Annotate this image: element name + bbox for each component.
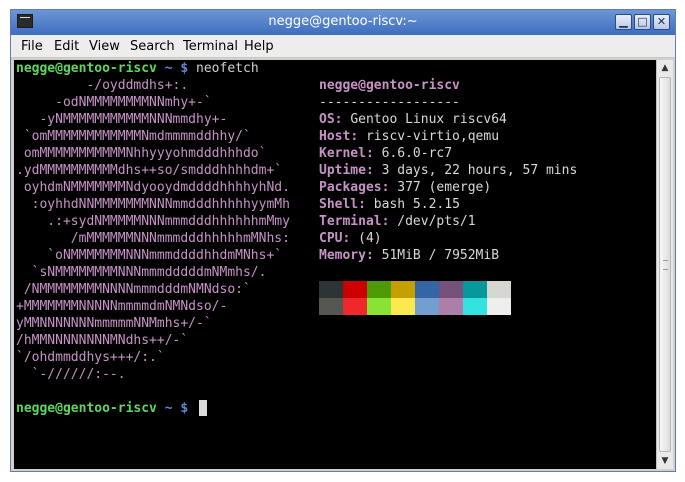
logo-line: `omMMMMMMMMMMMMNmdmmmmddhhy/` [16,129,251,144]
maximize-button[interactable]: □ [634,14,651,30]
info-row-uptime: Uptime: 3 days, 22 hours, 57 mins [319,163,578,178]
window-title: negge@gentoo-riscv:~ [268,14,418,29]
logo-line: `oNMMMMMMMNNNmmmddddhhdmMNhs+` [16,248,283,263]
logo-line: omMMMMMMMMMMMNhhyyyohmdddhhhdo` [16,146,267,161]
info-row-terminal: Terminal: /dev/pts/1 [319,214,476,229]
scrollbar-thumb[interactable] [659,77,671,452]
palette-swatch [487,298,511,315]
info-row-packages: Packages: 377 (emerge) [319,180,492,195]
logo-line: `/ohdmmddhys+++/:.` [16,350,165,365]
close-icon: ✕ [656,15,667,28]
terminal-window: negge@gentoo-riscv:~ ▁ □ ✕ File Edit Vie… [10,9,676,472]
info-header: negge@gentoo-riscv [319,78,460,93]
prompt-symbol: $ [180,401,189,416]
logo-line: `sNMMMMMMMMNNNmmmdddddmNMmhs/. [16,265,267,280]
logo-line: /NMMMMMMMMNNNNmmmdddmNMNdso:` [16,282,251,297]
info-row-shell: Shell: bash 5.2.15 [319,197,460,212]
prompt-line: negge@gentoo-riscv ~ $ [16,400,196,417]
palette-swatch [391,298,415,315]
menu-bar: File Edit View Search Terminal Help [11,35,675,58]
close-button[interactable]: ✕ [653,14,670,30]
logo-line: /hMMNNNNNNNNMNdhs++/-` [16,333,189,348]
logo-line: +MMMMMMMNNNNNmmmmdmNMNdso/- [16,299,228,314]
prompt-user: negge@gentoo-riscv [16,401,157,416]
menu-help[interactable]: Help [244,39,274,54]
menu-search[interactable]: Search [130,39,175,54]
menu-edit[interactable]: Edit [54,39,79,54]
terminal-output[interactable]: negge@gentoo-riscv ~ $ neofetch -/oyddmd… [14,60,656,469]
minimize-icon: ▁ [619,15,628,28]
info-separator: ------------------ [319,95,460,110]
maximize-icon: □ [637,15,648,28]
logo-line: yMMNNNNNNNmmmmmNNMmhs+/-` [16,316,212,331]
palette-swatch [343,298,367,315]
palette-swatch [487,281,511,298]
palette-swatch [319,298,343,315]
minimize-button[interactable]: ▁ [615,14,632,30]
palette-swatch [415,298,439,315]
palette-swatch [463,281,487,298]
logo-line: .:+sydNMMMMMNNNmmmdddhhhhhhmMmy [16,214,290,229]
palette-swatch [391,281,415,298]
logo-line: `-//////:--. [16,367,126,382]
prompt-line: negge@gentoo-riscv ~ $ neofetch [16,60,259,77]
info-row-kernel: Kernel: 6.6.0-rc7 [319,146,453,161]
menu-view[interactable]: View [89,39,120,54]
prompt-path: ~ [164,61,173,76]
text-cursor [199,400,207,416]
menu-file[interactable]: File [21,39,43,54]
palette-swatch [367,281,391,298]
palette-swatch [319,281,343,298]
palette-swatch [439,281,463,298]
title-bar[interactable]: negge@gentoo-riscv:~ ▁ □ ✕ [11,10,675,35]
info-row-memory: Memory: 51MiB / 7952MiB [319,248,500,263]
logo-line: -odNMMMMMMMMNNmhy+-` [16,95,212,110]
prompt-symbol: $ [180,61,189,76]
command-text: neofetch [196,61,259,76]
info-row-host: Host: riscv-virtio,qemu [319,129,500,144]
prompt-user: negge@gentoo-riscv [16,61,157,76]
menu-terminal[interactable]: Terminal [183,39,238,54]
palette-swatch [343,281,367,298]
prompt-path: ~ [164,401,173,416]
scroll-down-icon[interactable]: ▼ [657,453,673,469]
grip-icon [663,260,668,270]
palette-swatch [367,298,391,315]
logo-line: oyhdmNMMMMMMMNdyooydmddddhhhhyhNd. [16,180,290,195]
vertical-scrollbar[interactable]: ▲ ▼ [656,60,673,469]
palette-swatch [463,298,487,315]
logo-line: /mMMMMMMNNNmmmdddhhhhhmMNhs: [16,231,290,246]
logo-line: :oyhhdNNMMMMMMMNNNmmdddhhhhhyymMh [16,197,290,212]
logo-line: -/oyddmdhs+:. [16,78,189,93]
scroll-up-icon[interactable]: ▲ [657,60,673,76]
palette-swatch [415,281,439,298]
info-row-cpu: CPU: (4) [319,231,382,246]
info-row-os: OS: Gentoo Linux riscv64 [319,112,507,127]
logo-line: .ydMMMMMMMMMMdhs++so/smdddhhhhdm+` [16,163,283,178]
palette-swatch [439,298,463,315]
logo-line: -yNMMMMMMMMMMMNNNmmdhy+- [16,112,228,127]
